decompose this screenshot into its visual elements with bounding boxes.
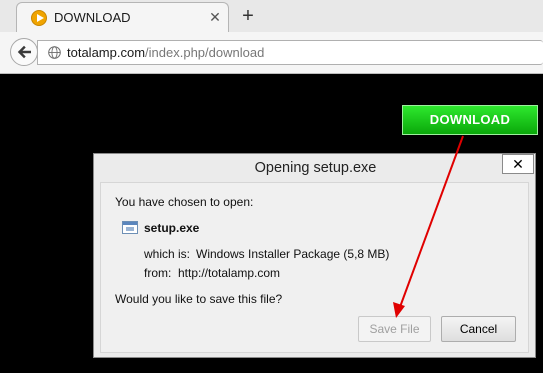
file-type-label: which is: <box>144 247 191 261</box>
cancel-button[interactable]: Cancel <box>441 316 516 342</box>
file-type-value: Windows Installer Package (5,8 MB) <box>196 247 390 261</box>
file-source-label: from: <box>144 266 172 280</box>
dialog-close-button[interactable]: ✕ <box>502 154 534 174</box>
file-source-value: http://totalamp.com <box>178 266 281 280</box>
tab-close-icon[interactable]: ✕ <box>207 9 223 25</box>
new-tab-button[interactable]: + <box>238 6 258 26</box>
url-host: totalamp.com <box>67 45 146 60</box>
dialog-intro: You have chosen to open: <box>115 195 254 209</box>
close-icon: ✕ <box>512 156 524 172</box>
file-icon <box>122 221 138 234</box>
back-button[interactable] <box>10 38 38 66</box>
address-bar[interactable]: totalamp.com/index.php/download <box>37 40 543 65</box>
url-text: totalamp.com/index.php/download <box>67 45 264 60</box>
dialog-question: Would you like to save this file? <box>115 292 283 306</box>
file-name: setup.exe <box>144 221 200 235</box>
save-file-button[interactable]: Save File <box>358 316 431 342</box>
tab-download[interactable]: DOWNLOAD ✕ <box>16 2 229 32</box>
back-arrow-icon <box>17 45 31 59</box>
favicon-icon <box>31 10 47 26</box>
dialog-title: Opening setup.exe <box>254 160 377 176</box>
globe-icon <box>48 46 61 59</box>
tab-strip: DOWNLOAD ✕ + <box>0 0 543 32</box>
navigation-bar: totalamp.com/index.php/download <box>0 32 543 74</box>
tab-title: DOWNLOAD <box>54 10 131 25</box>
url-path: /index.php/download <box>145 45 265 60</box>
download-button[interactable]: DOWNLOAD <box>402 105 538 135</box>
